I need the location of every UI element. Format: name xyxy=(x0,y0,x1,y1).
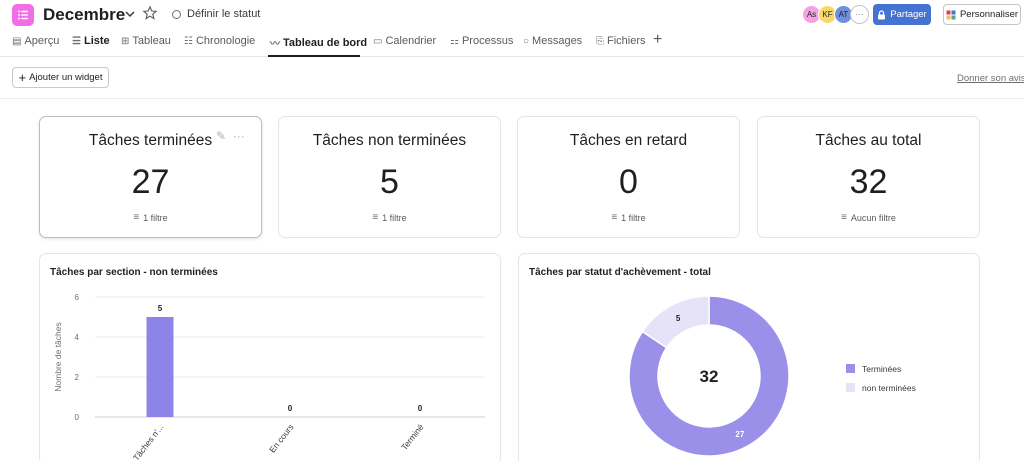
data-label: 0 xyxy=(418,404,423,413)
kpi-filter[interactable]: ≡ 1 filtre xyxy=(518,212,739,223)
list-icon: ☰ xyxy=(72,35,81,47)
dashboard-icon: 〰 xyxy=(270,39,280,50)
message-icon: ○ xyxy=(523,35,530,47)
card-actions: ✎ ··· xyxy=(216,129,245,143)
data-label: 5 xyxy=(158,304,163,313)
kpi-title: Tâches au total xyxy=(815,132,922,149)
active-tab-indicator xyxy=(268,55,360,57)
status-circle-icon xyxy=(172,9,181,19)
tab-dashboard[interactable]: 〰 Tableau de bord xyxy=(270,35,367,51)
tab-overview[interactable]: ▤ Aperçu xyxy=(12,35,59,47)
status-label: Définir le statut xyxy=(187,8,261,20)
donut-chart-card[interactable]: Tâches par statut d'achèvement - total 2… xyxy=(518,253,980,461)
more-members-button[interactable]: ··· xyxy=(850,5,869,24)
x-tick-label: Tâches n'... xyxy=(131,422,166,461)
kpi-card-total[interactable]: Tâches au total 32 ≡ Aucun filtre xyxy=(757,116,980,238)
filter-icon: ≡ xyxy=(133,212,140,223)
view-tabs: ▤ Aperçu ☰ Liste ⊞ Tableau ☷ Chronologie 〰 Ta… xyxy=(0,30,1024,57)
share-button[interactable]: Partager xyxy=(873,4,931,25)
donut-center-total: 32 xyxy=(700,367,719,386)
legend-label: Terminées xyxy=(862,364,901,374)
board-icon: ⊞ xyxy=(121,35,130,47)
tab-timeline[interactable]: ☷ Chronologie xyxy=(184,35,255,47)
kpi-card-overdue[interactable]: Tâches en retard 0 ≡ 1 filtre xyxy=(517,116,740,238)
pencil-icon[interactable]: ✎ xyxy=(216,129,226,143)
kpi-filter[interactable]: ≡ 1 filtre xyxy=(279,212,500,223)
tab-calendar[interactable]: ▭ Calendrier xyxy=(373,35,436,47)
bar[interactable] xyxy=(146,317,174,417)
bar-chart-card[interactable]: Tâches par section - non terminées 0246N… xyxy=(39,253,501,461)
slice-value-label: 5 xyxy=(676,314,681,323)
timeline-icon: ☷ xyxy=(184,35,193,47)
y-tick-label: 0 xyxy=(75,413,80,422)
apps-icon xyxy=(946,10,956,19)
donut-chart: 27 5 32 Terminées non terminées xyxy=(628,295,916,457)
more-options-icon[interactable]: ··· xyxy=(233,129,245,143)
tab-messages[interactable]: ○ Messages xyxy=(523,35,582,47)
plus-icon: + xyxy=(18,70,27,85)
slice-value-label: 27 xyxy=(735,430,744,439)
overview-icon: ▤ xyxy=(12,35,22,47)
file-icon: ⎘ xyxy=(596,35,604,47)
filter-icon: ≡ xyxy=(372,212,379,223)
kpi-filter[interactable]: ≡ Aucun filtre xyxy=(758,212,979,223)
add-widget-button[interactable]: + Ajouter un widget xyxy=(12,67,109,88)
chevron-down-icon[interactable] xyxy=(123,7,137,21)
kpi-value: 5 xyxy=(380,163,399,201)
x-tick-label: En cours xyxy=(267,422,296,455)
tab-list[interactable]: ☰ Liste xyxy=(72,35,110,47)
customize-button[interactable]: Personnaliser xyxy=(943,4,1021,25)
lock-icon xyxy=(878,9,886,19)
kpi-filter[interactable]: ≡ 1 filtre xyxy=(40,212,261,223)
legend-swatch xyxy=(846,364,855,373)
kpi-value: 27 xyxy=(131,163,170,201)
feedback-link[interactable]: Donner son avis xyxy=(957,73,1024,84)
y-axis-label: Nombre de tâches xyxy=(53,322,63,391)
filter-icon: ≡ xyxy=(841,212,847,223)
star-icon[interactable] xyxy=(142,5,158,21)
legend-swatch xyxy=(846,383,855,392)
legend-label: non terminées xyxy=(862,383,916,393)
top-bar: Decembre Définir le statut As KF AT ··· … xyxy=(0,0,1024,30)
kpi-value: 32 xyxy=(849,163,888,201)
bar-chart: 0 2 4 6 Nombre de tâches 5 Tâches n'... 0 En cou… xyxy=(53,293,485,461)
workflow-icon: ⚏ xyxy=(450,35,459,47)
kpi-card-completed[interactable]: Tâches terminées ✎ ··· 27 ≡ 1 filtre xyxy=(39,116,262,238)
tab-board[interactable]: ⊞ Tableau xyxy=(121,35,171,47)
filter-icon: ≡ xyxy=(611,212,618,223)
kpi-value: 0 xyxy=(619,163,638,201)
tab-workflow[interactable]: ⚏ Processus xyxy=(450,35,513,47)
project-title[interactable]: Decembre xyxy=(43,5,125,25)
set-status-button[interactable]: Définir le statut xyxy=(172,8,260,20)
kpi-title: Tâches non terminées xyxy=(312,132,467,149)
y-tick-label: 2 xyxy=(75,373,80,382)
project-list-icon[interactable] xyxy=(12,4,34,26)
calendar-icon: ▭ xyxy=(373,35,383,47)
kpi-title: Tâches en retard xyxy=(569,132,688,149)
x-tick-label: Terminé xyxy=(399,422,426,452)
y-tick-label: 4 xyxy=(75,333,80,342)
tab-files[interactable]: ⎘ Fichiers xyxy=(596,35,646,47)
kpi-card-incomplete[interactable]: Tâches non terminées 5 ≡ 1 filtre xyxy=(278,116,501,238)
data-label: 0 xyxy=(288,404,293,413)
y-tick-label: 6 xyxy=(75,293,80,302)
add-tab-button[interactable]: + xyxy=(653,31,662,49)
divider xyxy=(0,98,1024,99)
